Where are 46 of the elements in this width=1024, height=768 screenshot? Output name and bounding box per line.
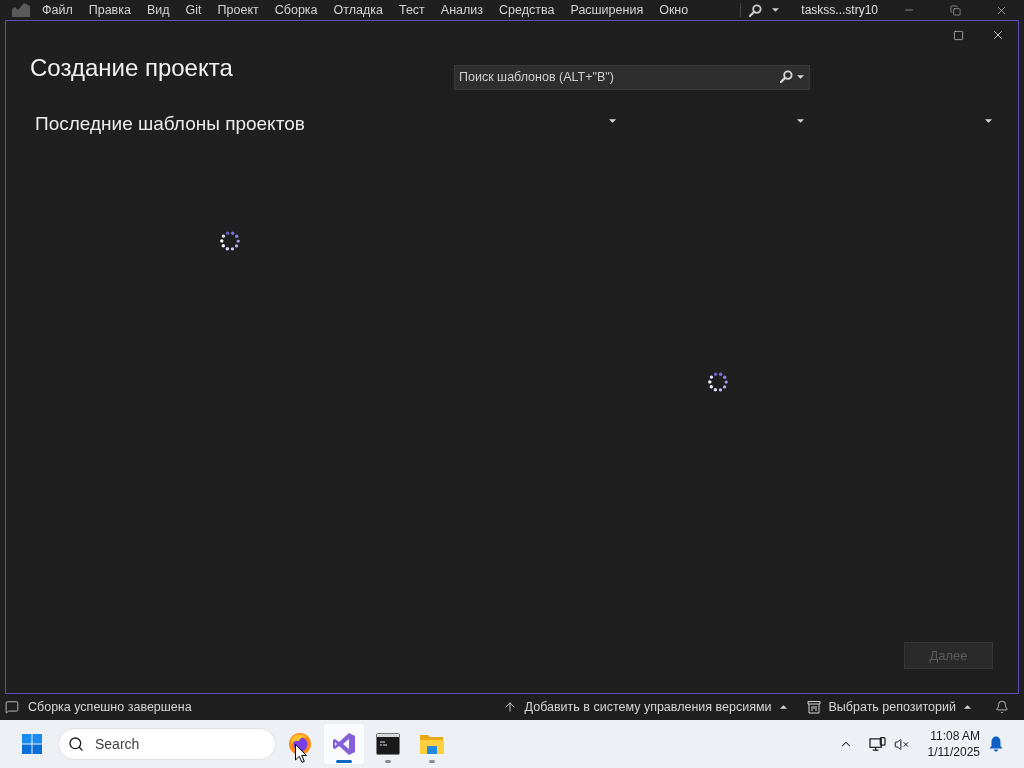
caret-icon	[964, 705, 971, 709]
app-logo-icon	[12, 3, 30, 17]
maximize-icon	[952, 29, 964, 41]
menu-item[interactable]: Расширения	[562, 0, 652, 20]
infinity-logo-icon	[332, 732, 356, 756]
folder-icon	[419, 733, 445, 755]
terminal-icon	[376, 733, 400, 755]
menu-item[interactable]: Правка	[80, 0, 139, 20]
speaker-muted-icon	[894, 736, 909, 752]
menu-item[interactable]: Сборка	[266, 0, 326, 20]
section-heading: Последние шаблоны проектов	[35, 112, 306, 136]
status-item[interactable]: Добавить в систему управления версиями	[502, 696, 787, 718]
menu-item[interactable]: Отладка	[325, 0, 391, 20]
search-icon	[68, 736, 84, 752]
menu-item[interactable]: Проект	[209, 0, 267, 20]
windows-logo-icon	[22, 734, 42, 754]
caret-icon	[797, 74, 804, 79]
menu-item[interactable]: Тест	[391, 0, 433, 20]
caret-icon	[796, 119, 804, 123]
bell-icon	[989, 736, 1003, 752]
caret-icon	[779, 705, 787, 709]
repository-icon	[806, 700, 821, 714]
menu-item[interactable]: Вид	[138, 0, 178, 20]
template-search-field[interactable]: Поиск шаблонов (ALT+"В")	[454, 64, 810, 90]
window-title: taskss...stry10	[801, 2, 878, 19]
search-icon	[749, 3, 763, 17]
caret-icon	[772, 8, 780, 12]
message-icon	[5, 700, 19, 714]
status-message[interactable]: Сборка успешно завершена	[0, 696, 192, 718]
status-item[interactable]: Выбрать репозиторий	[806, 696, 971, 718]
menu-item[interactable]: Анализ	[432, 0, 492, 20]
bell-icon	[995, 700, 1009, 714]
monitor-icon	[869, 736, 886, 752]
close-icon	[991, 28, 1005, 42]
search-icon	[780, 70, 793, 83]
menu-item[interactable]: Файл	[34, 0, 81, 20]
mouse-cursor-icon	[295, 744, 307, 763]
restore-icon	[949, 4, 961, 16]
clock-button[interactable]: 11:08 AM 1/11/2025	[927, 728, 980, 760]
caret-icon	[984, 119, 992, 123]
dialog-title: Создание проекта	[30, 53, 234, 83]
menu-item[interactable]: Средства	[491, 0, 563, 20]
menu-item[interactable]: Git	[177, 0, 210, 20]
taskbar-search-field[interactable]: Search	[58, 728, 276, 760]
menu-item[interactable]: Окно	[651, 0, 697, 20]
caret-icon	[608, 119, 616, 123]
